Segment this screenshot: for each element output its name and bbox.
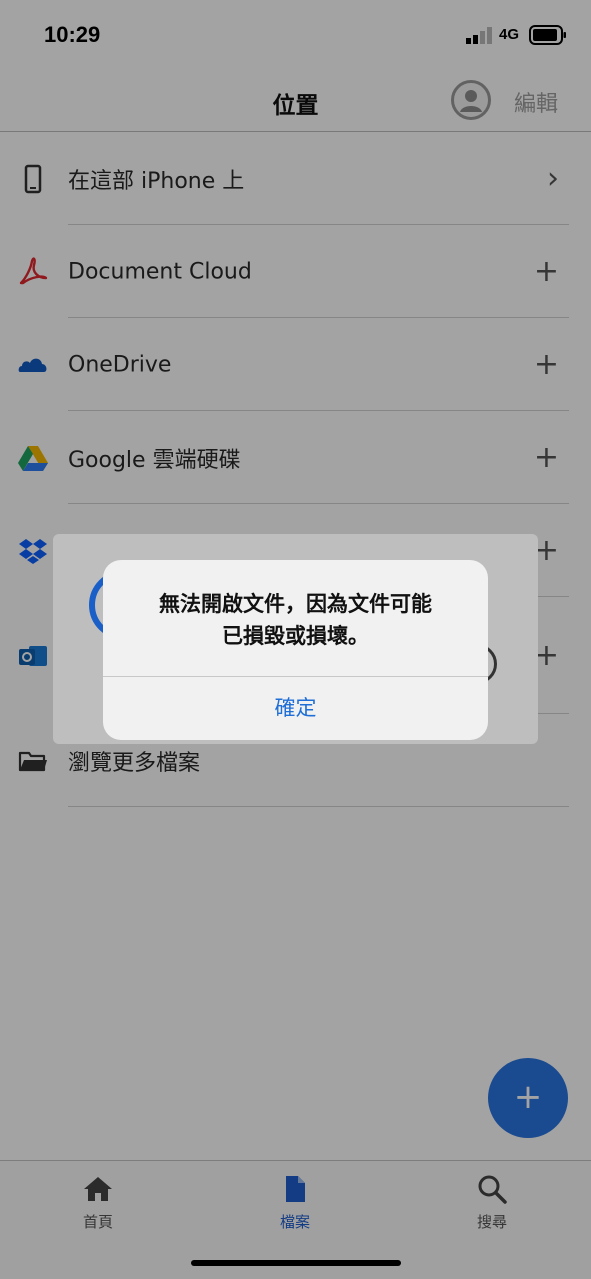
error-alert-dialog: 無法開啟文件，因為文件可能 已損毀或損壞。 確定 <box>103 560 488 740</box>
alert-message-line: 已損毀或損壞。 <box>222 624 369 648</box>
alert-message-line: 無法開啟文件，因為文件可能 <box>159 592 432 616</box>
alert-message: 無法開啟文件，因為文件可能 已損毀或損壞。 <box>121 588 470 652</box>
confirm-button[interactable]: 確定 <box>103 677 488 740</box>
